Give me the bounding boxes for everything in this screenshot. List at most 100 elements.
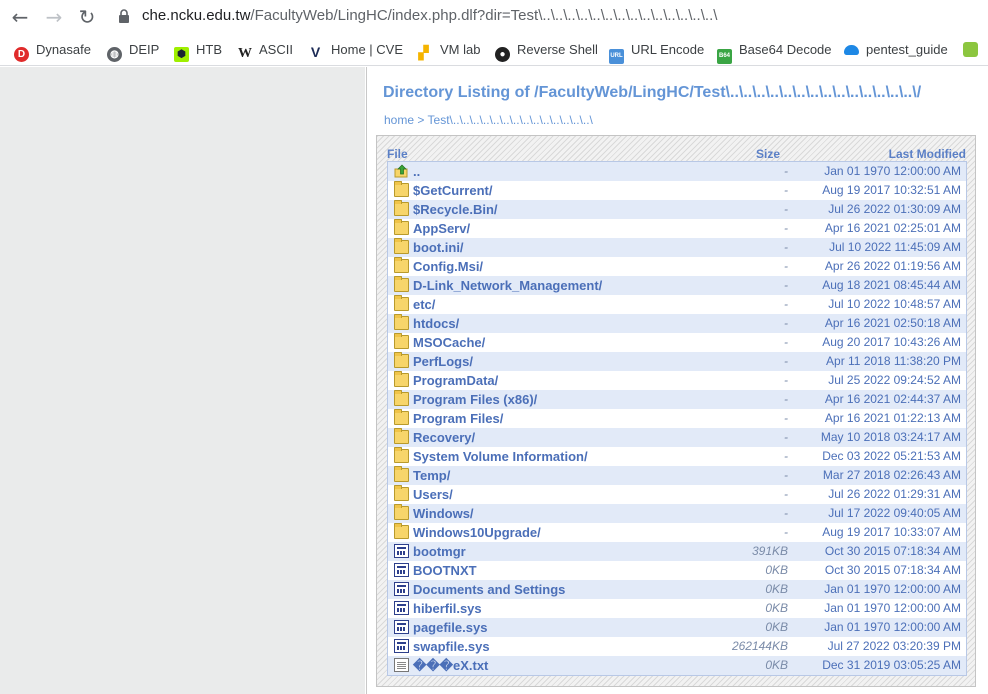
bookmark-pentest-guide[interactable]: pentest_guide xyxy=(844,40,948,60)
file-name-link[interactable]: .. xyxy=(413,164,420,179)
table-row[interactable]: AppServ/ - Apr 16 2021 02:25:01 AM xyxy=(388,219,966,238)
file-name-link[interactable]: BOOTNXT xyxy=(413,563,477,578)
table-row[interactable]: Users/ - Jul 26 2022 01:29:31 AM xyxy=(388,485,966,504)
breadcrumb-path[interactable]: Test\..\..\..\..\..\..\..\..\..\..\..\..… xyxy=(428,113,593,127)
table-row[interactable]: .. - Jan 01 1970 12:00:00 AM xyxy=(388,162,966,181)
table-row[interactable]: Temp/ - Mar 27 2018 02:26:43 AM xyxy=(388,466,966,485)
url-path: /FacultyWeb/LingHC/index.php.dlf?dir=Tes… xyxy=(250,7,718,24)
reload-icon[interactable]: ↻ xyxy=(76,6,98,28)
table-row[interactable]: swapfile.sys 262144KB Jul 27 2022 03:20:39… xyxy=(388,637,966,656)
file-size: - xyxy=(784,392,788,406)
file-size: - xyxy=(784,164,788,178)
bookmark-ascii[interactable]: W ASCII xyxy=(238,40,293,61)
back-arrow-icon[interactable]: ← xyxy=(9,6,31,28)
table-row[interactable]: htdocs/ - Apr 16 2021 02:50:18 AM xyxy=(388,314,966,333)
bookmark-label: DEIP xyxy=(129,42,160,57)
file-name-link[interactable]: Config.Msi/ xyxy=(413,259,483,274)
parent-folder-icon xyxy=(394,164,408,178)
table-row[interactable]: Recovery/ - May 10 2018 03:24:17 AM xyxy=(388,428,966,447)
file-name-link[interactable]: Program Files/ xyxy=(413,411,503,426)
file-name-link[interactable]: Recovery/ xyxy=(413,430,475,445)
lock-icon[interactable] xyxy=(118,9,130,23)
bookmark-overflow[interactable] xyxy=(963,40,985,60)
file-modified-date: Jul 25 2022 09:24:52 AM xyxy=(828,373,961,387)
file-name-link[interactable]: Windows10Upgrade/ xyxy=(413,525,541,540)
bookmark-home-cve[interactable]: V Home | CVE xyxy=(308,40,403,60)
file-name-link[interactable]: hiberfil.sys xyxy=(413,601,482,616)
file-name-link[interactable]: AppServ/ xyxy=(413,221,470,236)
url-host: che.ncku.edu.tw xyxy=(142,7,251,24)
file-name-link[interactable]: boot.ini/ xyxy=(413,240,464,255)
file-name-link[interactable]: D-Link_Network_Management/ xyxy=(413,278,602,293)
file-name-link[interactable]: Program Files (x86)/ xyxy=(413,392,537,407)
breadcrumb: home > Test\..\..\..\..\..\..\..\..\..\.… xyxy=(384,113,593,127)
bookmark-url-encode[interactable]: URL URL Encode xyxy=(609,40,704,64)
bookmark-htb[interactable]: ⬢ HTB xyxy=(174,40,222,62)
url-field[interactable]: che.ncku.edu.tw/FacultyWeb/LingHC/index.… xyxy=(142,7,717,24)
file-name-link[interactable]: PerfLogs/ xyxy=(413,354,473,369)
file-name-link[interactable]: bootmgr xyxy=(413,544,466,559)
folder-icon xyxy=(394,333,409,349)
table-row[interactable]: Windows/ - Jul 17 2022 09:40:05 AM xyxy=(388,504,966,523)
file-modified-date: Mar 27 2018 02:26:43 AM xyxy=(822,468,961,482)
table-row[interactable]: Windows10Upgrade/ - Aug 19 2017 10:33:07 A… xyxy=(388,523,966,542)
table-row[interactable]: PerfLogs/ - Apr 11 2018 11:38:20 PM xyxy=(388,352,966,371)
bookmark-reverse-shell[interactable]: ● Reverse Shell xyxy=(495,40,598,62)
file-name-link[interactable]: Documents and Settings xyxy=(413,582,565,597)
table-row[interactable]: ���eX.txt 0KB Dec 31 2019 03:05:25 AM xyxy=(388,656,966,675)
breadcrumb-home[interactable]: home xyxy=(384,113,414,127)
file-name-link[interactable]: Windows/ xyxy=(413,506,474,521)
header-size[interactable]: Size xyxy=(756,147,780,161)
file-name-link[interactable]: swapfile.sys xyxy=(413,639,490,654)
folder-icon xyxy=(394,200,409,216)
header-last-modified[interactable]: Last Modified xyxy=(889,147,966,161)
page-title: Directory Listing of /FacultyWeb/LingHC/… xyxy=(383,84,922,101)
forward-arrow-icon[interactable]: → xyxy=(43,6,65,28)
bookmarks-bar: D Dynasafe ◍ DEIP ⬢ HTB W ASCII V Home | CVE … xyxy=(0,34,988,66)
table-row[interactable]: etc/ - Jul 10 2022 10:48:57 AM xyxy=(388,295,966,314)
table-row[interactable]: pagefile.sys 0KB Jan 01 1970 12:00:00 AM xyxy=(388,618,966,637)
table-row[interactable]: bootmgr 391KB Oct 30 2015 07:18:34 AM xyxy=(388,542,966,561)
file-listing: File Size Last Modified .. - Jan 01 1970 1… xyxy=(376,135,976,687)
bookmark-label: pentest_guide xyxy=(866,42,948,57)
table-row[interactable]: $GetCurrent/ - Aug 19 2017 10:32:51 AM xyxy=(388,181,966,200)
file-name-link[interactable]: ProgramData/ xyxy=(413,373,498,388)
breadcrumb-separator: > xyxy=(417,113,425,127)
bookmark-dynasafe[interactable]: D Dynasafe xyxy=(14,40,91,62)
table-row[interactable]: D-Link_Network_Management/ - Aug 18 2021 0… xyxy=(388,276,966,295)
file-name-link[interactable]: pagefile.sys xyxy=(413,620,487,635)
table-row[interactable]: Config.Msi/ - Apr 26 2022 01:19:56 AM xyxy=(388,257,966,276)
file-name-link[interactable]: $GetCurrent/ xyxy=(413,183,492,198)
file-name-link[interactable]: MSOCache/ xyxy=(413,335,485,350)
text-file-icon xyxy=(394,658,409,672)
table-row[interactable]: Program Files (x86)/ - Apr 16 2021 02:44:3… xyxy=(388,390,966,409)
file-modified-date: Jul 26 2022 01:29:31 AM xyxy=(828,487,961,501)
file-modified-date: Aug 18 2021 08:45:44 AM xyxy=(822,278,961,292)
table-row[interactable]: BOOTNXT 0KB Oct 30 2015 07:18:34 AM xyxy=(388,561,966,580)
table-row[interactable]: MSOCache/ - Aug 20 2017 10:43:26 AM xyxy=(388,333,966,352)
file-size: - xyxy=(784,354,788,368)
table-row[interactable]: ProgramData/ - Jul 25 2022 09:24:52 AM xyxy=(388,371,966,390)
table-row[interactable]: Program Files/ - Apr 16 2021 01:22:13 AM xyxy=(388,409,966,428)
bookmark-vm-lab[interactable]: ▞ VM lab xyxy=(416,40,481,60)
file-name-link[interactable]: etc/ xyxy=(413,297,435,312)
table-row[interactable]: boot.ini/ - Jul 10 2022 11:45:09 AM xyxy=(388,238,966,257)
file-modified-date: Apr 16 2021 01:22:13 AM xyxy=(824,411,961,425)
table-row[interactable]: $Recycle.Bin/ - Jul 26 2022 01:30:09 AM xyxy=(388,200,966,219)
left-gutter xyxy=(0,67,365,694)
file-name-link[interactable]: Users/ xyxy=(413,487,453,502)
header-file[interactable]: File xyxy=(387,147,408,161)
table-row[interactable]: System Volume Information/ - Dec 03 2022 0… xyxy=(388,447,966,466)
bookmark-base64-decode[interactable]: B64 Base64 Decode xyxy=(717,40,832,64)
file-name-link[interactable]: System Volume Information/ xyxy=(413,449,588,464)
file-name-link[interactable]: ���eX.txt xyxy=(413,658,488,674)
file-name-link[interactable]: Temp/ xyxy=(413,468,450,483)
table-row[interactable]: Documents and Settings 0KB Jan 01 1970 12:… xyxy=(388,580,966,599)
bookmark-deip[interactable]: ◍ DEIP xyxy=(107,40,160,62)
file-name-link[interactable]: htdocs/ xyxy=(413,316,459,331)
folder-icon xyxy=(394,409,409,425)
file-size: - xyxy=(784,430,788,444)
file-modified-date: Jul 10 2022 10:48:57 AM xyxy=(828,297,961,311)
file-name-link[interactable]: $Recycle.Bin/ xyxy=(413,202,498,217)
table-row[interactable]: hiberfil.sys 0KB Jan 01 1970 12:00:00 AM xyxy=(388,599,966,618)
